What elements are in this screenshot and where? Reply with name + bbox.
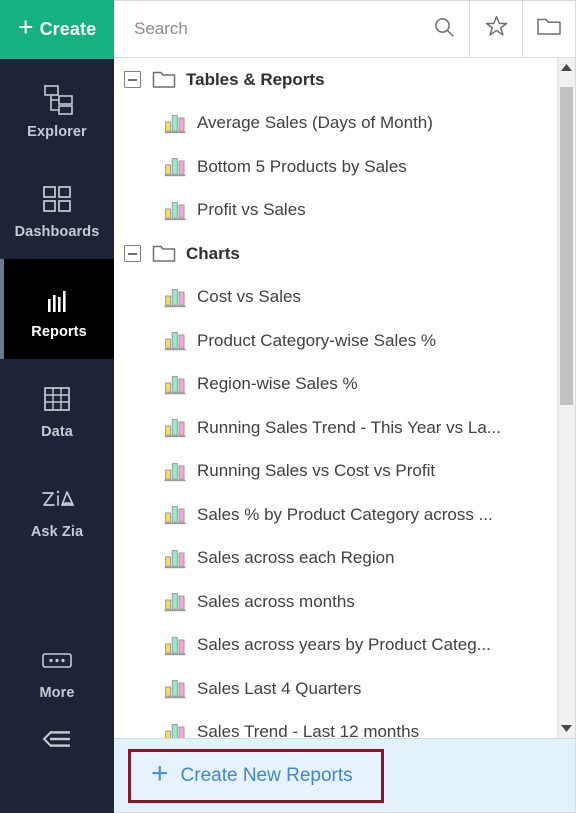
reports-panel-screen: + Create Explorer Dashboards Reports Dat… — [0, 0, 576, 813]
create-new-reports-button[interactable]: + Create New Reports — [128, 748, 384, 803]
panel-toolbar — [114, 1, 575, 58]
dashboards-grid-icon — [41, 179, 73, 219]
nav-items: Explorer Dashboards Reports Data Ask Zia… — [0, 59, 114, 769]
tree-row-label: Average Sales (Days of Month) — [197, 113, 433, 133]
tree-report-row[interactable]: Average Sales (Days of Month) — [114, 102, 557, 146]
bar-chart-icon — [164, 722, 187, 738]
sidebar-item-more[interactable]: More — [0, 627, 114, 713]
sidebar-item-label: Explorer — [27, 123, 87, 140]
tree-row-label: Sales Last 4 Quarters — [197, 678, 362, 698]
collapse-menu-icon — [37, 727, 77, 756]
scroll-up-button[interactable] — [558, 58, 575, 77]
tree-report-row[interactable]: Sales across years by Product Categ... — [114, 624, 557, 668]
left-nav-rail: + Create Explorer Dashboards Reports Dat… — [0, 0, 114, 813]
plus-icon: + — [17, 12, 34, 42]
minus-square-icon[interactable] — [124, 245, 141, 263]
reports-browser-panel: Tables & Reports Average Sales (Days of M… — [114, 0, 576, 813]
tree-row-label: Running Sales Trend - This Year vs La... — [197, 417, 501, 437]
tree-row-label: Sales across months — [197, 591, 355, 611]
tree-row-label: Sales across each Region — [197, 548, 395, 568]
tree-row-label: Product Category-wise Sales % — [197, 330, 437, 350]
tree-report-row[interactable]: Sales across each Region — [114, 537, 557, 581]
explorer-tree-icon — [40, 79, 74, 119]
tree-row-label: Sales % by Product Category across ... — [197, 504, 493, 524]
bar-chart-icon — [164, 113, 187, 134]
bar-chart-icon — [164, 461, 187, 482]
bar-chart-icon — [164, 330, 187, 351]
tree-report-row[interactable]: Running Sales vs Cost vs Profit — [114, 450, 557, 494]
sidebar-item-label: More — [39, 684, 75, 701]
data-table-icon — [41, 379, 73, 419]
sidebar-item-label: Dashboards — [14, 223, 100, 240]
tree-report-row[interactable]: Running Sales Trend - This Year vs La... — [114, 406, 557, 450]
bar-chart-icon — [164, 156, 187, 177]
sidebar-item-reports[interactable]: Reports — [0, 259, 114, 359]
bar-chart-icon — [164, 200, 187, 221]
bar-chart-icon — [164, 678, 187, 699]
tree-row-label: Bottom 5 Products by Sales — [197, 156, 407, 176]
favorites-button[interactable] — [470, 1, 523, 57]
create-button[interactable]: + Create — [0, 0, 114, 59]
sidebar-item-explorer[interactable]: Explorer — [0, 59, 114, 159]
folder-icon — [536, 15, 562, 43]
tree-row-label: Sales across years by Product Categ... — [197, 635, 491, 655]
folder-icon — [152, 69, 176, 90]
sidebar-item-ask-zia[interactable]: Ask Zia — [0, 459, 114, 559]
tree-report-row[interactable]: Region-wise Sales % — [114, 363, 557, 407]
tree-report-row[interactable]: Sales across months — [114, 580, 557, 624]
bar-chart-icon — [164, 374, 187, 395]
sidebar-item-label: Reports — [31, 323, 87, 340]
sidebar-item-label: Ask Zia — [30, 523, 84, 540]
tree-report-row[interactable]: Sales Last 4 Quarters — [114, 667, 557, 711]
tree-row-label: Cost vs Sales — [197, 287, 301, 307]
sidebar-item-label: Data — [41, 423, 73, 440]
bar-chart-icon — [164, 417, 187, 438]
reports-tree-list: Tables & Reports Average Sales (Days of M… — [114, 58, 557, 738]
more-ellipsis-icon — [40, 640, 74, 680]
search-icon[interactable] — [433, 16, 455, 43]
tree-report-row[interactable]: Bottom 5 Products by Sales — [114, 145, 557, 189]
bar-chart-icon — [164, 591, 187, 612]
folder-button[interactable] — [523, 1, 575, 57]
tree-report-row[interactable]: Cost vs Sales — [114, 276, 557, 320]
vertical-scrollbar[interactable] — [557, 58, 575, 738]
tree-row-label: Profit vs Sales — [197, 200, 306, 220]
scrollbar-thumb[interactable] — [560, 87, 573, 405]
collapse-sidebar-button[interactable] — [0, 713, 114, 769]
bar-chart-icon — [164, 635, 187, 656]
reports-tree-area: Tables & Reports Average Sales (Days of M… — [114, 58, 575, 738]
sidebar-item-dashboards[interactable]: Dashboards — [0, 159, 114, 259]
minus-square-icon[interactable] — [124, 71, 141, 89]
tree-row-label: Running Sales vs Cost vs Profit — [197, 461, 436, 481]
folder-icon — [152, 243, 176, 264]
tree-folder-row[interactable]: Charts — [114, 232, 557, 276]
create-new-reports-label: Create New Reports — [180, 764, 353, 786]
tree-row-label: Charts — [186, 243, 240, 263]
sidebar-item-data[interactable]: Data — [0, 359, 114, 459]
search-input[interactable] — [132, 18, 425, 40]
search-field-wrapper[interactable] — [114, 1, 470, 57]
ask-zia-icon — [37, 479, 77, 519]
tree-folder-row[interactable]: Tables & Reports — [114, 58, 557, 102]
star-icon — [484, 14, 509, 44]
scroll-down-button[interactable] — [558, 719, 575, 738]
panel-footer: + Create New Reports — [114, 738, 575, 812]
bar-chart-icon — [164, 504, 187, 525]
create-button-label: Create — [39, 19, 97, 39]
plus-icon: + — [151, 756, 169, 790]
reports-bars-icon — [43, 279, 75, 319]
tree-row-label: Sales Trend - Last 12 months — [197, 722, 420, 738]
tree-report-row[interactable]: Sales % by Product Category across ... — [114, 493, 557, 537]
tree-row-label: Tables & Reports — [186, 69, 325, 89]
bar-chart-icon — [164, 287, 187, 308]
tree-row-label: Region-wise Sales % — [197, 374, 358, 394]
tree-report-row[interactable]: Product Category-wise Sales % — [114, 319, 557, 363]
tree-report-row[interactable]: Sales Trend - Last 12 months — [114, 711, 557, 738]
tree-report-row[interactable]: Profit vs Sales — [114, 189, 557, 233]
bar-chart-icon — [164, 548, 187, 569]
